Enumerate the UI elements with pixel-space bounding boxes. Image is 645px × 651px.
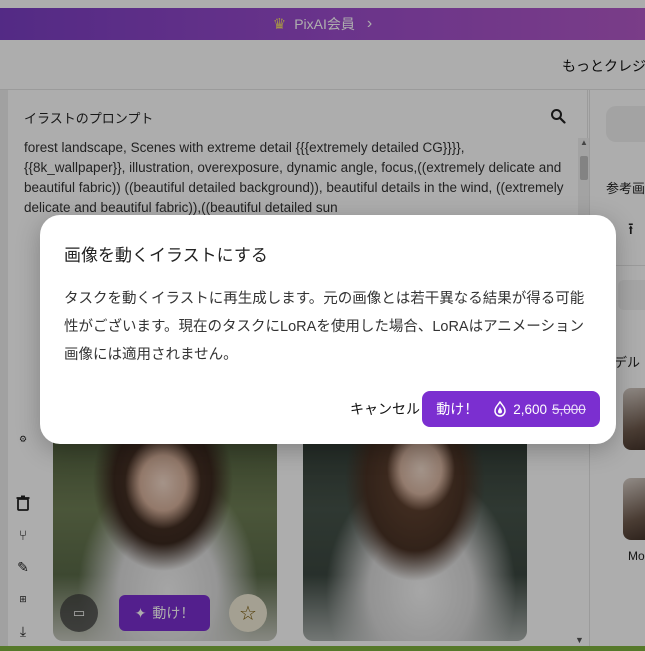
- confirm-label: 動け！: [436, 401, 479, 417]
- dialog-title: 画像を動くイラストにする: [64, 246, 268, 265]
- credit-cost: 2,600 5,000: [492, 401, 586, 417]
- cost-current: 2,600: [513, 401, 547, 417]
- cancel-button[interactable]: キャンセル: [346, 392, 424, 426]
- animate-dialog: 画像を動くイラストにする タスクを動くイラストに再生成します。元の画像とは若干異…: [40, 215, 616, 444]
- cost-original: 5,000: [552, 401, 586, 417]
- dialog-body: タスクを動くイラストに再生成します。元の画像とは若干異なる結果が得る可能性がござ…: [64, 291, 585, 363]
- credit-icon: [494, 401, 506, 417]
- animate-confirm-button[interactable]: 動け！ 2,600 5,000: [422, 391, 600, 427]
